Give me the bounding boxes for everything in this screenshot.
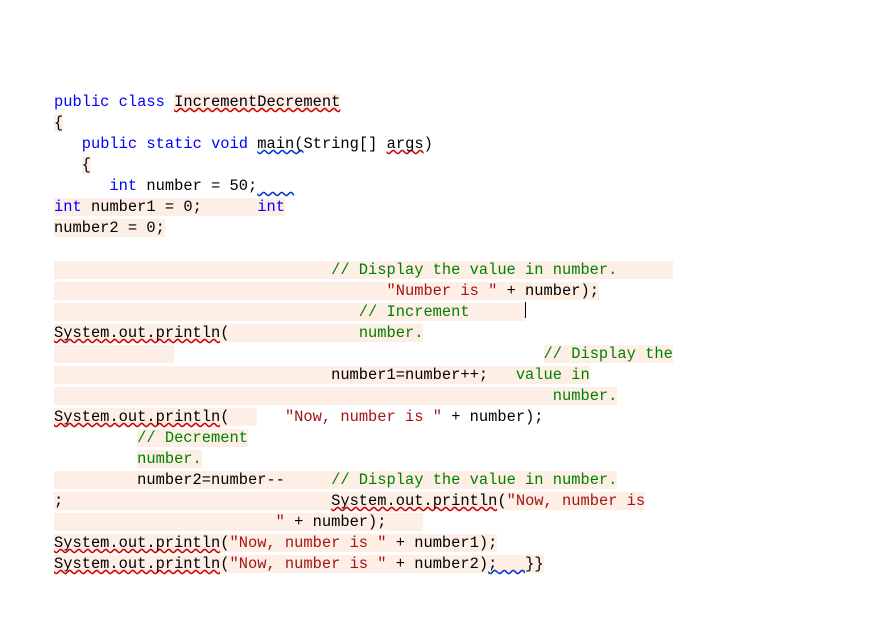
keyword-int: int: [54, 198, 82, 216]
code-block: public class IncrementDecrement { public…: [54, 93, 673, 573]
comment-display-the: // Display the: [544, 345, 673, 363]
sop1: System.out.println: [54, 324, 220, 342]
keyword-class: class: [119, 93, 165, 111]
class-name: IncrementDecrement: [174, 93, 340, 111]
plus-number3: + number);: [285, 513, 387, 531]
paren-close: ): [424, 135, 433, 153]
plus-number2b: + number2): [387, 555, 489, 573]
sop5: System.out.println: [54, 555, 220, 573]
param-args: args: [387, 135, 424, 153]
brace-close: }}: [525, 555, 543, 573]
var-number2: number2: [54, 219, 119, 237]
keyword-static: static: [146, 135, 201, 153]
comment-display2: // Display the value in number.: [331, 471, 617, 489]
var-number1: number1: [91, 198, 156, 216]
plus-number2: + number);: [442, 408, 544, 426]
string-now-number-is: "Now, number is ": [285, 408, 442, 426]
plus-number1: + number1);: [387, 534, 498, 552]
comment-number3: number.: [137, 450, 202, 468]
keyword-int: int: [109, 177, 137, 195]
comment-number: number.: [359, 324, 424, 342]
eq50: = 50;: [202, 177, 257, 195]
comment-increment: // Increment: [359, 303, 470, 321]
brace-open: {: [54, 114, 63, 132]
comment-number2: number.: [553, 387, 618, 405]
comment-display1: // Display the value in number.: [331, 261, 617, 279]
brace-open: {: [82, 156, 91, 174]
var-number: number: [146, 177, 201, 195]
keyword-void: void: [211, 135, 248, 153]
sop3: System.out.println: [331, 492, 497, 510]
brackets: []: [359, 135, 377, 153]
sop4: System.out.println: [54, 534, 220, 552]
keyword-public: public: [82, 135, 137, 153]
plus-number: + number);: [497, 282, 599, 300]
dq: ": [276, 513, 285, 531]
trail-ws: [497, 555, 525, 573]
type-string: String: [303, 135, 358, 153]
keyword-int: int: [257, 198, 285, 216]
text-cursor: [525, 302, 526, 318]
eq0a: = 0;: [156, 198, 202, 216]
string-now-number-is3: "Now, number is ": [230, 534, 387, 552]
sop2: System.out.println: [54, 408, 220, 426]
ws-squiggle: [257, 177, 294, 195]
eq0b: = 0;: [119, 219, 165, 237]
decr-stmt: number2=number--: [137, 471, 285, 489]
method-main: main: [257, 135, 294, 153]
comment-decrement: // Decrement: [137, 429, 248, 447]
comment-value-in: value in: [516, 366, 590, 384]
string-number-is: "Number is ": [387, 282, 498, 300]
string-now-number-is2: "Now, number is: [507, 492, 646, 510]
trail-semi: ;: [488, 555, 497, 573]
incr-stmt: number1=number++;: [331, 366, 488, 384]
keyword-public: public: [54, 93, 109, 111]
string-now-number-is4: "Now, number is ": [230, 555, 387, 573]
